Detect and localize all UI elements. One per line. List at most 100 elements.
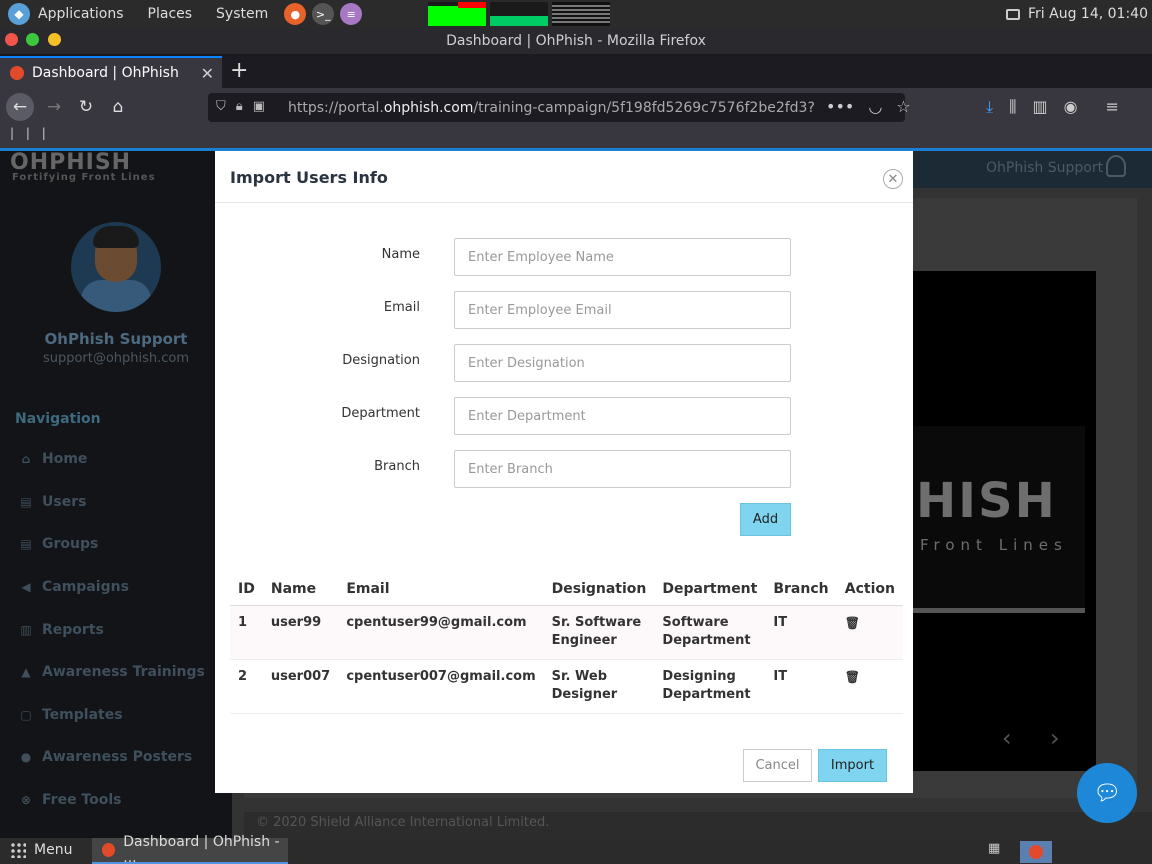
system-menu[interactable]: System xyxy=(216,6,268,22)
users-table: ID Name Email Designation Department Bra… xyxy=(230,573,903,714)
cell-name: user99 xyxy=(262,605,339,660)
avatar xyxy=(71,222,161,312)
taskbar-window-label: Dashboard | OhPhish - ... xyxy=(123,834,280,864)
image-permission-icon[interactable]: ▣ xyxy=(253,99,265,114)
places-menu[interactable]: Places xyxy=(148,6,193,22)
branch-label: Branch xyxy=(374,459,420,474)
distro-logo-icon[interactable]: ◆ xyxy=(8,3,30,25)
cell-email: cpentuser99@gmail.com xyxy=(338,605,544,660)
designation-field[interactable] xyxy=(454,344,791,382)
col-department: Department xyxy=(654,573,766,606)
user-icon[interactable] xyxy=(1106,155,1126,177)
lock-icon[interactable]: 🔒︎ xyxy=(236,99,243,114)
top-panel: ◆ Applications Places System ● >_ ≡ Fri … xyxy=(0,0,1152,28)
url-path: /training-campaign/5f198fd5269c7576f2be2… xyxy=(473,99,815,116)
hamburger-menu-icon[interactable]: ≡ xyxy=(1106,97,1119,117)
page-actions-icon[interactable]: ••• xyxy=(826,97,854,116)
url-prefix: https://portal. xyxy=(288,99,384,116)
cell-email: cpentuser007@gmail.com xyxy=(338,659,544,714)
forward-icon[interactable]: → xyxy=(40,93,68,121)
tab-dashboard[interactable]: Dashboard | OhPhish ✕ xyxy=(0,56,222,88)
sidebar-item-reports[interactable]: ▥ Reports xyxy=(18,622,104,638)
sidebar-item-groups[interactable]: ▤ Groups xyxy=(18,536,98,552)
library-icon[interactable]: ⫼ xyxy=(1009,97,1016,117)
trash-icon[interactable]: 🗑︎ xyxy=(845,616,860,630)
network-icon[interactable]: ▦ xyxy=(988,841,1008,859)
cell-id: 1 xyxy=(230,605,263,660)
firefox-icon xyxy=(102,843,116,857)
cell-designation: Sr. Web Designer xyxy=(543,659,655,714)
brand-tagline: Fortifying Front Lines xyxy=(12,172,156,183)
downloads-icon[interactable]: ⤓ xyxy=(986,97,993,117)
taskbar-window-firefox[interactable]: Dashboard | OhPhish - ... xyxy=(92,834,288,864)
home-icon: ⌂ xyxy=(21,452,31,466)
window-title: Dashboard | OhPhish - Mozilla Firefox xyxy=(0,28,1152,54)
import-button[interactable]: Import xyxy=(818,749,887,782)
name-field[interactable] xyxy=(454,238,791,276)
users-icon: ▤ xyxy=(20,495,32,509)
sidebar-user-email: support@ohphish.com xyxy=(42,351,190,366)
clock[interactable]: Fri Aug 14, 01:40 xyxy=(1006,0,1148,28)
text-editor-launcher-icon[interactable]: ≡ xyxy=(340,3,363,25)
maximize-window-button[interactable] xyxy=(26,33,39,46)
new-tab-icon[interactable]: + xyxy=(230,58,248,83)
designation-label: Designation xyxy=(342,353,420,368)
sidebar-item-users[interactable]: ▤ Users xyxy=(18,494,86,510)
close-icon[interactable]: ✕ xyxy=(883,169,903,189)
menu-label: Menu xyxy=(34,842,73,858)
col-branch: Branch xyxy=(765,573,837,606)
sidebar-item-awareness-posters[interactable]: ● Awareness Posters xyxy=(18,749,193,765)
chat-icon[interactable]: 💬︎ xyxy=(1077,763,1137,823)
table-row: 1 user99 cpentuser99@gmail.com Sr. Softw… xyxy=(230,605,903,660)
sidebar-toggle-icon[interactable]: ▥ xyxy=(1032,97,1047,117)
carousel-prev-icon[interactable]: ‹ xyxy=(1002,724,1012,752)
cancel-button[interactable]: Cancel xyxy=(743,749,812,782)
minimize-window-button[interactable] xyxy=(48,33,61,46)
sidebar-item-campaigns[interactable]: ◀ Campaigns xyxy=(18,579,129,595)
display-icon xyxy=(1006,8,1021,20)
email-field[interactable] xyxy=(454,291,791,329)
app-grid-icon xyxy=(10,842,26,858)
terminal-launcher-icon[interactable]: >_ xyxy=(312,3,335,25)
bookmark-star-icon[interactable]: ☆ xyxy=(896,97,910,116)
branch-field[interactable] xyxy=(454,450,791,488)
start-menu-button[interactable]: Menu xyxy=(10,842,72,858)
cell-designation: Sr. Software Engineer xyxy=(543,605,655,660)
carousel-next-icon[interactable]: › xyxy=(1050,724,1060,752)
close-tab-icon[interactable]: ✕ xyxy=(201,64,214,83)
video-logo-sub: Front Lines xyxy=(920,536,1068,554)
add-user-button[interactable]: Add xyxy=(740,503,791,536)
sidebar-item-awareness-trainings[interactable]: ▲ Awareness Trainings xyxy=(18,664,205,680)
sidebar-item-home[interactable]: ⌂ Home xyxy=(18,451,88,467)
reload-icon[interactable]: ↻ xyxy=(72,93,100,121)
tracking-shield-icon[interactable]: ⛉ xyxy=(216,99,226,114)
sidebar-item-templates[interactable]: ▢ Templates xyxy=(18,707,122,723)
col-designation: Designation xyxy=(543,573,655,606)
graduation-cap-icon: ▲ xyxy=(21,665,31,679)
modal-title: Import Users Info xyxy=(230,168,388,187)
url-bar[interactable]: https://portal. ohphish.com/training-camp… xyxy=(208,93,905,122)
nav-title: Navigation xyxy=(15,411,101,427)
tab-label: Dashboard | OhPhish xyxy=(32,65,179,81)
email-label: Email xyxy=(383,300,420,315)
globe-icon: ● xyxy=(20,750,32,764)
trash-icon[interactable]: 🗑︎ xyxy=(845,670,860,684)
applications-menu[interactable]: Applications xyxy=(38,6,124,22)
close-window-button[interactable] xyxy=(5,33,18,46)
firefox-launcher-icon[interactable]: ● xyxy=(284,3,307,25)
bookmarks-toolbar: | | | xyxy=(0,126,1152,148)
sidebar-user-name: OhPhish Support xyxy=(44,330,188,348)
name-label: Name xyxy=(381,247,420,262)
department-field[interactable] xyxy=(454,397,791,435)
account-icon[interactable]: ◉ xyxy=(1064,97,1078,117)
col-email: Email xyxy=(338,573,544,606)
firefox-tray-icon[interactable] xyxy=(1020,841,1052,863)
url-domain: ohphish.com xyxy=(383,99,474,116)
video-progress[interactable] xyxy=(913,608,1085,613)
sidebar-item-free-tools[interactable]: ⊗ Free Tools xyxy=(18,792,122,808)
pocket-icon[interactable]: ◡ xyxy=(868,97,882,116)
home-icon[interactable]: ⌂ xyxy=(104,93,132,121)
header-user-name[interactable]: OhPhish Support xyxy=(986,160,1103,176)
back-icon[interactable]: ← xyxy=(6,93,34,121)
department-label: Department xyxy=(341,406,420,421)
